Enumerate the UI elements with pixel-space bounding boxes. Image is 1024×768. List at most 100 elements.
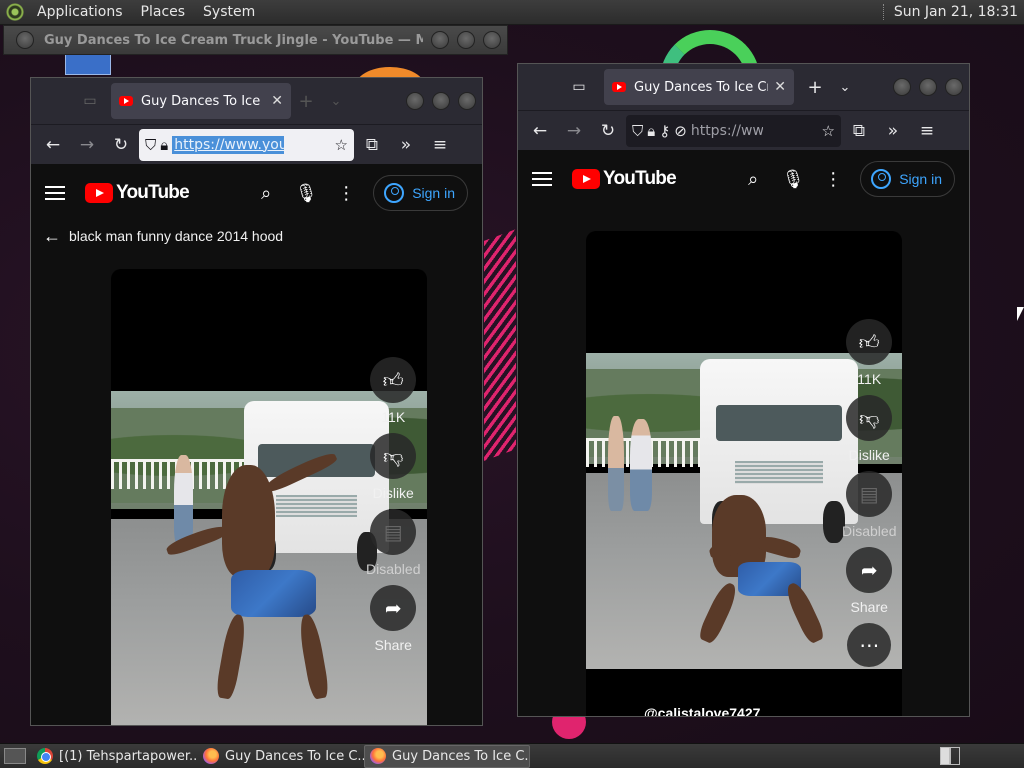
- tab-youtube[interactable]: Guy Dances To Ice Cream Truck Jingle - Y…: [111, 83, 291, 119]
- dislike-label: Dislike: [848, 447, 890, 463]
- more-horiz-icon[interactable]: ⋯: [847, 623, 892, 667]
- tab-list-icon[interactable]: ▭: [564, 72, 594, 102]
- like-count: 11K: [381, 409, 406, 425]
- extensions-icon[interactable]: ⧉: [356, 130, 388, 160]
- list-all-tabs-icon[interactable]: ⌄: [830, 72, 860, 102]
- distro-logo-icon[interactable]: [6, 3, 24, 21]
- taskbar-item-firefox-1[interactable]: Guy Dances To Ice C...: [198, 745, 364, 768]
- more-action[interactable]: ⋯: [847, 623, 892, 667]
- sign-in-button[interactable]: Sign in: [860, 161, 955, 197]
- lock-icon[interactable]: 🔒︎: [160, 136, 168, 154]
- tab-youtube[interactable]: Guy Dances To Ice Cream Truck Jingle - Y…: [604, 69, 794, 105]
- back-icon[interactable]: ←: [524, 116, 556, 146]
- truck-grill: [275, 495, 358, 517]
- extensions-icon[interactable]: ⧉: [843, 116, 875, 146]
- dislike-label: Dislike: [372, 485, 414, 501]
- overflow-menu-icon[interactable]: »: [877, 116, 909, 146]
- header-actions: ⌕ 🎙︎ ⋮ Sign in: [253, 175, 468, 211]
- close-button[interactable]: [458, 92, 476, 110]
- firefox-icon: [203, 748, 219, 764]
- window-menu-button[interactable]: [16, 31, 34, 49]
- dislike-action[interactable]: 👎︎ Dislike: [846, 395, 893, 463]
- new-tab-icon[interactable]: +: [291, 86, 321, 116]
- back-icon[interactable]: ←: [37, 130, 69, 160]
- maximize-button[interactable]: [432, 92, 450, 110]
- mouse-cursor-icon: [1017, 307, 1024, 321]
- minimize-button[interactable]: [406, 92, 424, 110]
- bookmark-star-icon[interactable]: ☆: [822, 122, 835, 140]
- share-icon[interactable]: ➦: [846, 547, 893, 593]
- share-action[interactable]: ➦ Share: [846, 547, 893, 615]
- channel-handle[interactable]: @calistalove7427: [644, 705, 760, 716]
- search-icon[interactable]: ⌕: [740, 166, 766, 192]
- microphone-icon[interactable]: 🎙︎: [293, 180, 319, 206]
- app-menu-icon[interactable]: ≡: [911, 116, 943, 146]
- reload-icon[interactable]: ↻: [105, 130, 137, 160]
- dislike-action[interactable]: 👎︎ Dislike: [370, 433, 417, 501]
- minimize-button[interactable]: [893, 78, 911, 96]
- share-action[interactable]: ➦ Share: [370, 585, 417, 653]
- tab-close-icon[interactable]: ✕: [271, 93, 283, 109]
- guide-menu-icon[interactable]: [45, 186, 65, 200]
- new-tab-icon[interactable]: +: [800, 72, 830, 102]
- dancer: [221, 465, 276, 577]
- sign-in-label: Sign in: [412, 185, 455, 201]
- bystander: [630, 419, 653, 511]
- share-icon[interactable]: ➦: [370, 585, 417, 631]
- reload-icon[interactable]: ↻: [592, 116, 624, 146]
- workspace-switcher[interactable]: [940, 747, 960, 765]
- bookmark-star-icon[interactable]: ☆: [335, 136, 348, 154]
- more-vert-icon[interactable]: ⋮: [333, 180, 359, 206]
- background-window-titlebar[interactable]: Guy Dances To Ice Cream Truck Jingle - Y…: [3, 25, 508, 55]
- url-text[interactable]: https://www.youtube.com/shorts/: [172, 135, 285, 154]
- overflow-menu-icon[interactable]: »: [390, 130, 422, 160]
- search-icon[interactable]: ⌕: [253, 180, 279, 206]
- url-bar[interactable]: ⛉ 🔒︎ ⚷ ⊘ https://www.youtube.com/shorts/…: [626, 114, 841, 147]
- tab-title: Guy Dances To Ice Cream Truck Jingle - Y…: [141, 93, 265, 109]
- thumbs-up-icon[interactable]: 👍︎: [370, 357, 417, 403]
- app-menu-icon[interactable]: ≡: [424, 130, 456, 160]
- clock[interactable]: Sun Jan 21, 18:31: [882, 4, 1024, 20]
- minimize-button[interactable]: [431, 31, 449, 49]
- shield-icon[interactable]: ⛉: [145, 136, 156, 154]
- menu-system[interactable]: System: [194, 0, 264, 25]
- workspace-1[interactable]: [940, 747, 950, 765]
- back-arrow-icon[interactable]: ←: [43, 226, 61, 247]
- menu-places[interactable]: Places: [132, 0, 195, 25]
- thumbs-up-icon[interactable]: 👍︎: [846, 319, 893, 365]
- sign-in-button[interactable]: Sign in: [373, 175, 468, 211]
- maximize-button[interactable]: [919, 78, 937, 96]
- like-action[interactable]: 👍︎ 11K: [370, 357, 417, 425]
- workspace-2[interactable]: [950, 747, 960, 765]
- like-action[interactable]: 👍︎ 11K: [846, 319, 893, 387]
- taskbar-item-chrome[interactable]: [(1) Tehspartapower...: [32, 745, 198, 768]
- microphone-icon[interactable]: 🎙︎: [780, 166, 806, 192]
- thumbs-down-icon[interactable]: 👎︎: [846, 395, 893, 441]
- more-vert-icon[interactable]: ⋮: [820, 166, 846, 192]
- forward-icon[interactable]: →: [71, 130, 103, 160]
- list-all-tabs-icon[interactable]: ⌄: [321, 86, 351, 116]
- permissions-icon[interactable]: ⚷: [659, 122, 670, 140]
- nav-bar: ← → ↻ ⛉ 🔒︎ https://www.youtube.com/short…: [31, 124, 482, 164]
- forward-icon[interactable]: →: [558, 116, 590, 146]
- autoplay-blocked-icon[interactable]: ⊘: [674, 122, 687, 140]
- chrome-icon: [37, 748, 53, 764]
- lock-icon[interactable]: 🔒︎: [647, 122, 655, 140]
- youtube-logo[interactable]: YouTube: [85, 182, 190, 204]
- maximize-button[interactable]: [457, 31, 475, 49]
- guide-menu-icon[interactable]: [532, 172, 552, 186]
- thumbs-down-icon[interactable]: 👎︎: [370, 433, 417, 479]
- taskbar-item-firefox-2[interactable]: Guy Dances To Ice C...: [364, 744, 530, 768]
- tab-list-icon[interactable]: ▭: [75, 86, 105, 116]
- window-controls: [885, 78, 963, 96]
- shield-icon[interactable]: ⛉: [632, 122, 643, 140]
- close-button[interactable]: [483, 31, 501, 49]
- url-text[interactable]: https://www.youtube.com/shorts/: [691, 123, 763, 139]
- url-bar[interactable]: ⛉ 🔒︎ https://www.youtube.com/shorts/ ☆: [139, 128, 354, 161]
- panel-separator: [882, 4, 886, 20]
- tab-close-icon[interactable]: ✕: [774, 79, 786, 95]
- close-button[interactable]: [945, 78, 963, 96]
- show-desktop-icon[interactable]: [4, 748, 26, 764]
- menu-applications[interactable]: Applications: [28, 0, 132, 25]
- youtube-logo[interactable]: YouTube: [572, 168, 677, 190]
